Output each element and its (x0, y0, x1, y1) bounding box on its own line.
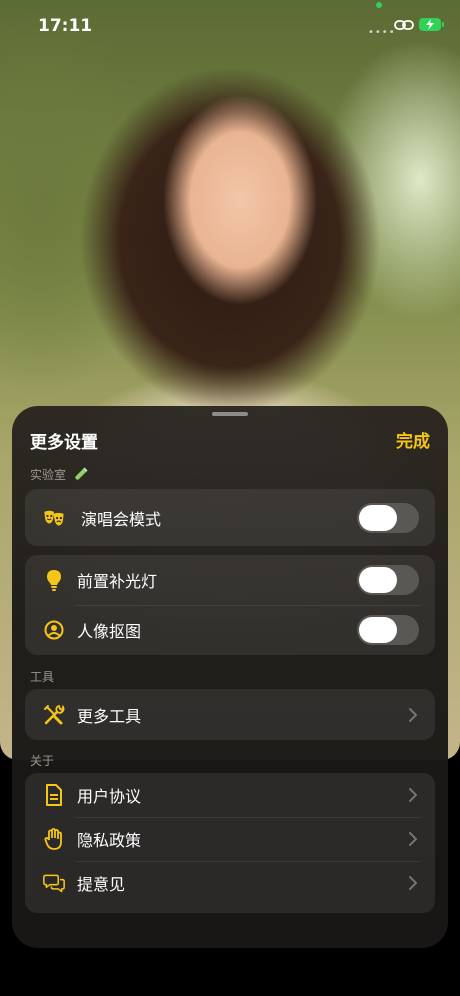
sheet-grabber[interactable] (212, 412, 248, 416)
concert-mode-toggle[interactable] (357, 502, 419, 533)
toggle-knob (359, 504, 397, 531)
row-label: 人像抠图 (77, 622, 142, 641)
row-label: 隐私政策 (77, 831, 142, 850)
status-time: 17:11 (38, 16, 93, 36)
row-more-tools[interactable]: 更多工具 (25, 689, 435, 740)
theater-masks-icon (43, 507, 65, 529)
row-label: 前置补光灯 (77, 572, 158, 591)
sheet-title: 更多设置 (30, 433, 98, 453)
status-bar: 17:11 •••• (0, 0, 460, 50)
group-concert: 演唱会模式 (25, 489, 435, 546)
test-tube-icon (75, 467, 88, 480)
document-icon (43, 784, 65, 806)
row-label: 用户协议 (77, 787, 142, 806)
row-privacy-policy[interactable]: 隐私政策 (25, 817, 435, 861)
group-lab-features: 前置补光灯 人像抠图 (25, 555, 435, 655)
front-fill-light-toggle[interactable] (357, 565, 419, 595)
chevron-right-icon (409, 707, 417, 722)
row-label: 提意见 (77, 875, 126, 894)
battery-icon (419, 18, 444, 31)
portrait-cutout-toggle[interactable] (357, 615, 419, 645)
row-label: 演唱会模式 (81, 509, 162, 529)
section-label-about: 关于 (30, 754, 55, 768)
chevron-right-icon (409, 876, 417, 890)
link-icon (394, 20, 414, 30)
section-label-lab: 实验室 (30, 466, 88, 483)
privacy-indicator-dot (376, 2, 382, 8)
row-label: 更多工具 (77, 706, 142, 726)
section-label-lab-text: 实验室 (30, 468, 67, 482)
chevron-right-icon (409, 832, 417, 846)
lightbulb-icon (43, 569, 65, 591)
hand-icon (43, 828, 65, 850)
done-button[interactable]: 完成 (396, 427, 430, 452)
chat-bubbles-icon (43, 872, 65, 894)
row-feedback[interactable]: 提意见 (25, 861, 435, 905)
row-front-fill-light[interactable]: 前置补光灯 (25, 555, 435, 605)
group-about: 用户协议 隐私政策 提意见 (25, 773, 435, 913)
row-concert-mode[interactable]: 演唱会模式 (25, 489, 435, 546)
bottom-safe-area (0, 960, 460, 996)
chevron-right-icon (409, 788, 417, 802)
more-settings-sheet: 更多设置 完成 实验室 演唱会模式 前置补光灯 人像抠图 工具 更多工具 关于 … (12, 406, 448, 948)
tools-icon (43, 704, 65, 726)
toggle-knob (359, 617, 397, 643)
row-user-agreement[interactable]: 用户协议 (25, 773, 435, 817)
row-portrait-cutout[interactable]: 人像抠图 (25, 605, 435, 655)
toggle-knob (359, 567, 397, 593)
portrait-icon (43, 619, 65, 641)
section-label-tools: 工具 (30, 670, 55, 684)
signal-dots: •••• (368, 27, 396, 38)
group-tools: 更多工具 (25, 689, 435, 740)
